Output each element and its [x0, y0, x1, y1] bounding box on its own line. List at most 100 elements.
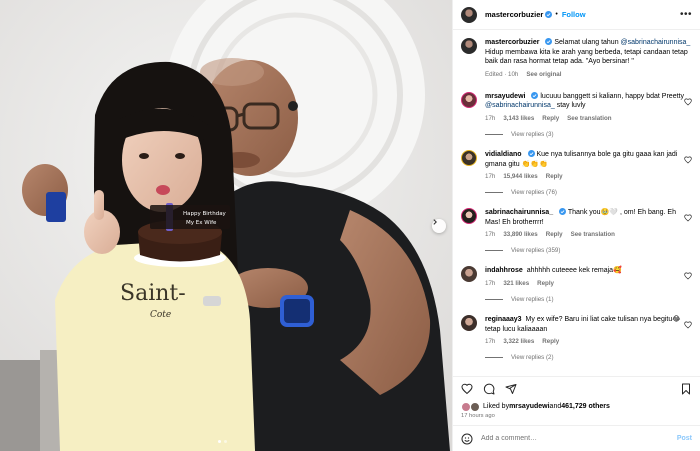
view-replies-label: View replies (3) — [511, 130, 554, 138]
view-replies-button[interactable]: View replies (1) — [485, 296, 692, 303]
liked-by: Liked by mrsayudewi and 461,729 others — [453, 400, 700, 413]
comment-likes[interactable]: 3,143 likes — [503, 115, 534, 122]
commenter-avatar[interactable] — [461, 266, 477, 283]
comment-text: lucuuu banggett si kaliann, happy bdat P… — [540, 92, 684, 100]
comment-item: sabrinachairunnisa_ Thank you🥹🤍 , om! Eh… — [461, 208, 692, 238]
post-actions — [453, 376, 700, 400]
liker-avatars — [461, 401, 483, 412]
reply-button[interactable]: Reply — [537, 280, 554, 287]
shirt-text-2: Cote — [150, 310, 171, 320]
view-replies-label: View replies (76) — [511, 189, 557, 197]
comment-item: indahhrose ahhhhh cuteeee kek remaja🥰 17… — [461, 266, 692, 287]
see-translation-button[interactable]: See translation — [571, 231, 615, 238]
view-replies-line — [485, 192, 503, 194]
commenter-avatar[interactable] — [461, 149, 477, 166]
comment-item: mrsayudewi lucuuu banggett si kaliann, h… — [461, 91, 692, 122]
comment-item: vidialdiano Kue nya tulisannya bole ga g… — [461, 149, 692, 181]
comment-text-post: stay luvly — [554, 102, 586, 110]
cake-text-1: Happy Birthday — [183, 211, 227, 217]
like-heart-icon[interactable] — [461, 383, 473, 395]
caption-username[interactable]: mastercorbuzier — [485, 39, 539, 46]
comment-likes[interactable]: 3,322 likes — [503, 338, 534, 345]
heart-icon[interactable] — [684, 156, 692, 164]
comment-icon[interactable] — [483, 383, 495, 395]
see-translation-button[interactable]: See translation — [567, 115, 611, 122]
view-replies-line — [485, 133, 503, 135]
see-original-button[interactable]: See original — [526, 71, 561, 78]
commenter-avatar[interactable] — [461, 208, 477, 225]
comment-time: 17h — [485, 279, 496, 287]
liked-by-prefix: Liked by — [483, 403, 510, 410]
view-replies-button[interactable]: View replies (76) — [485, 189, 692, 196]
bookmark-icon[interactable] — [680, 383, 692, 395]
heart-icon[interactable] — [684, 98, 692, 106]
comment-username[interactable]: indahhrose — [485, 267, 523, 274]
caption-text-post: Hidup membawa kita ke arah yang berbeda,… — [485, 48, 688, 66]
view-replies-button[interactable]: View replies (359) — [485, 247, 692, 254]
dot-separator: • — [555, 11, 558, 18]
shirt-text: Saint- — [120, 281, 186, 306]
liked-by-count[interactable]: 461,729 others — [561, 403, 610, 410]
add-comment-bar: Post — [453, 425, 700, 451]
heart-icon[interactable] — [684, 214, 692, 222]
liked-by-middle: and — [549, 403, 562, 410]
cake-text-2: My Ex Wife — [186, 220, 217, 226]
photo-illustration: Saint- Cote Happy Birthday My Ex Wife — [0, 0, 452, 451]
heart-icon[interactable] — [684, 272, 692, 280]
reply-button[interactable]: Reply — [546, 231, 563, 238]
carousel-dots — [218, 440, 227, 443]
comment-username[interactable]: reginaaay3 — [485, 316, 522, 323]
comment-likes[interactable]: 321 likes — [503, 280, 529, 287]
caption-mention[interactable]: @sabrinachairunnisa_ — [621, 39, 691, 46]
add-comment-input[interactable] — [481, 435, 677, 442]
author-username[interactable]: mastercorbuzier — [485, 10, 543, 19]
caption: mastercorbuzier Selamat ulang tahun @sab… — [461, 38, 692, 78]
reply-button[interactable]: Reply — [542, 338, 559, 345]
view-replies-button[interactable]: View replies (3) — [485, 131, 692, 138]
comment-username[interactable]: mrsayudewi — [485, 93, 525, 100]
liker-avatar[interactable] — [470, 401, 480, 412]
comment-username[interactable]: sabrinachairunnisa_ — [485, 209, 553, 216]
comment-time: 17h — [485, 338, 496, 346]
view-replies-label: View replies (359) — [511, 247, 561, 255]
comment-mention[interactable]: @sabrinachairunnisa_ — [485, 102, 555, 109]
comment-text: ahhhhh cuteeee kek remaja🥰 — [526, 267, 622, 275]
comment-time: 17h — [485, 114, 496, 122]
verified-badge-icon — [559, 208, 567, 216]
view-replies-line — [485, 298, 503, 300]
view-replies-label: View replies (1) — [511, 295, 554, 303]
post-photo[interactable]: Saint- Cote Happy Birthday My Ex Wife — [0, 0, 452, 451]
emoji-icon[interactable] — [461, 433, 473, 445]
heart-icon[interactable] — [684, 321, 692, 329]
carousel-dot — [218, 440, 221, 443]
comment-item: reginaaay3 My ex wife? Baru ini liat cak… — [461, 314, 692, 346]
follow-button[interactable]: Follow — [562, 10, 586, 19]
carousel-dot — [224, 440, 227, 443]
view-replies-button[interactable]: View replies (2) — [485, 354, 692, 361]
reply-button[interactable]: Reply — [546, 173, 563, 180]
caption-text-pre: Selamat ulang tahun — [554, 39, 621, 46]
liked-by-user[interactable]: mrsayudewi — [509, 403, 549, 410]
verified-badge-icon — [545, 38, 553, 45]
post-header: mastercorbuzier • Follow ••• — [453, 0, 700, 30]
post-side-panel: mastercorbuzier • Follow ••• mastercorbu… — [452, 0, 700, 451]
comment-likes[interactable]: 15,944 likes — [503, 173, 537, 180]
view-replies-label: View replies (2) — [511, 354, 554, 362]
author-avatar[interactable] — [461, 6, 477, 23]
share-icon[interactable] — [505, 383, 517, 395]
view-replies-line — [485, 250, 503, 252]
comment-likes[interactable]: 33,890 likes — [503, 231, 537, 238]
post-comment-button[interactable]: Post — [677, 435, 692, 442]
caption-edited: Edited · 10h — [485, 70, 519, 78]
more-options-button[interactable]: ••• — [680, 9, 692, 20]
comments-list[interactable]: mastercorbuzier Selamat ulang tahun @sab… — [453, 30, 700, 376]
comment-username[interactable]: vidialdiano — [485, 151, 522, 158]
next-photo-button[interactable] — [432, 219, 446, 233]
comment-time: 17h — [485, 231, 496, 239]
comment-time: 17h — [485, 173, 496, 181]
caption-avatar[interactable] — [461, 38, 477, 54]
reply-button[interactable]: Reply — [542, 115, 559, 122]
view-replies-line — [485, 357, 503, 359]
commenter-avatar[interactable] — [461, 91, 477, 108]
commenter-avatar[interactable] — [461, 314, 477, 331]
